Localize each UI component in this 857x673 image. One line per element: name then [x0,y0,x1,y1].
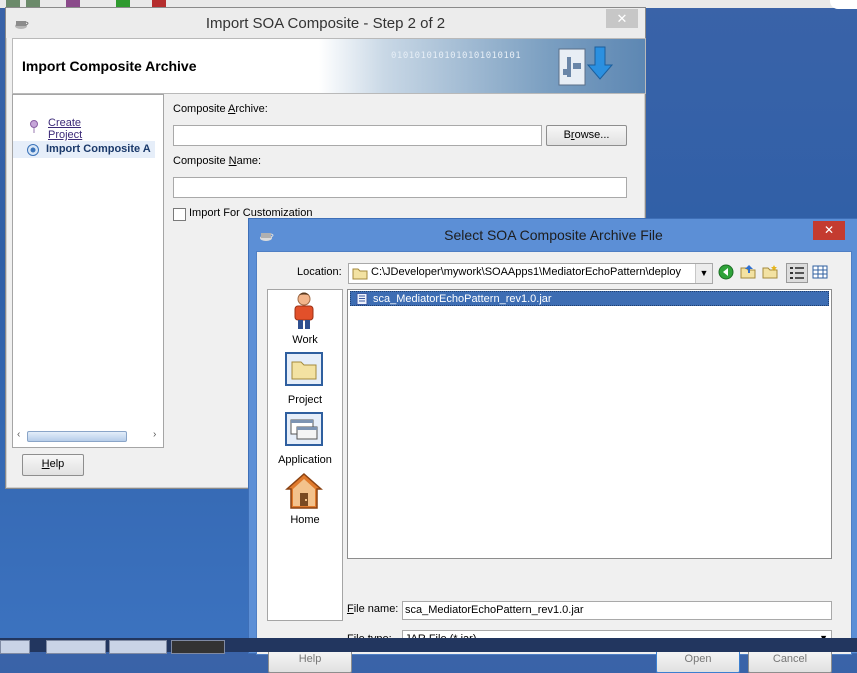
back-icon[interactable] [718,264,734,280]
archive-import-icon [558,46,614,86]
import-customization-checkbox[interactable] [173,208,186,221]
folder-icon [352,268,368,280]
help-button[interactable]: Help [22,454,84,476]
page-title: Import Composite Archive [22,58,197,74]
list-view-button[interactable] [786,263,808,283]
scroll-thumb[interactable] [27,431,127,442]
step-import-composite[interactable]: Import Composite A [13,141,155,158]
file-list[interactable]: sca_MediatorEchoPattern_rev1.0.jar [347,289,832,559]
list-view-icon [790,267,804,279]
composite-name-input[interactable] [173,177,627,198]
step-label: Import Composite A [46,143,151,155]
application-icon [285,412,323,446]
browse-button[interactable]: Browse... [546,125,627,146]
wizard-header-banner: Import Composite Archive 010101010101010… [12,38,646,94]
toolbar-icon[interactable] [26,0,40,7]
debug-icon[interactable] [152,0,166,7]
dialog-title: Select SOA Composite Archive File [444,227,663,243]
step-dot-icon [30,120,38,133]
dialog-body: Location: C:\JDeveloper\mywork\SOAApps1\… [256,251,852,673]
notification-icon[interactable] [830,0,857,9]
location-label: Location: [297,266,342,278]
places-bar: Work Project Application Home [267,289,343,621]
run-icon[interactable] [116,0,130,7]
chevron-down-icon[interactable]: ▼ [695,264,712,283]
window-title: Import SOA Composite - Step 2 of 2 [205,15,446,32]
banner-graphic: 0101010101010101010101 [319,39,645,93]
sidebar-horizontal-scrollbar[interactable]: ‹ › [17,429,161,443]
file-name-input[interactable]: sca_MediatorEchoPattern_rev1.0.jar [402,601,832,620]
home-icon [285,472,323,509]
step-label[interactable]: Create Project [48,117,82,141]
place-work[interactable]: Work [268,290,342,350]
composite-archive-label: Composite Archive: [173,103,268,115]
file-name: sca_MediatorEchoPattern_rev1.0.jar [373,293,552,305]
place-application[interactable]: Application [268,410,342,470]
up-folder-icon[interactable] [740,264,756,280]
toolbar-icon[interactable] [6,0,20,7]
list-item[interactable]: sca_MediatorEchoPattern_rev1.0.jar [350,291,829,306]
toolbar-icon[interactable] [66,0,80,7]
file-name-label: File name: [347,603,399,615]
window-titlebar: Import SOA Composite - Step 2 of 2 ✕ [6,8,645,38]
banner-binary-text: 0101010101010101010101 [391,51,522,61]
details-view-icon[interactable] [812,265,828,279]
jar-file-icon [356,293,368,305]
close-button[interactable]: ✕ [813,221,845,240]
cancel-button[interactable]: Cancel [748,649,832,673]
scroll-left-icon[interactable]: ‹ [17,429,20,440]
person-icon [294,292,314,329]
composite-name-label: Composite Name: [173,155,262,167]
wizard-steps-panel: Create Project Import Composite A ‹ › [12,94,164,448]
location-path: C:\JDeveloper\mywork\SOAApps1\MediatorEc… [371,266,681,278]
select-archive-file-dialog: Select SOA Composite Archive File ✕ Loca… [248,218,857,673]
location-combo[interactable]: C:\JDeveloper\mywork\SOAApps1\MediatorEc… [348,263,713,284]
project-folder-icon [285,352,323,386]
place-home[interactable]: Home [268,470,342,530]
help-button[interactable]: Help [268,649,352,673]
new-folder-icon[interactable] [762,264,778,280]
open-button[interactable]: Open [656,649,740,673]
composite-archive-input[interactable] [173,125,542,146]
place-project[interactable]: Project [268,350,342,410]
current-step-icon [27,144,39,156]
close-button[interactable]: ✕ [606,9,638,28]
scroll-right-icon[interactable]: › [153,429,156,440]
